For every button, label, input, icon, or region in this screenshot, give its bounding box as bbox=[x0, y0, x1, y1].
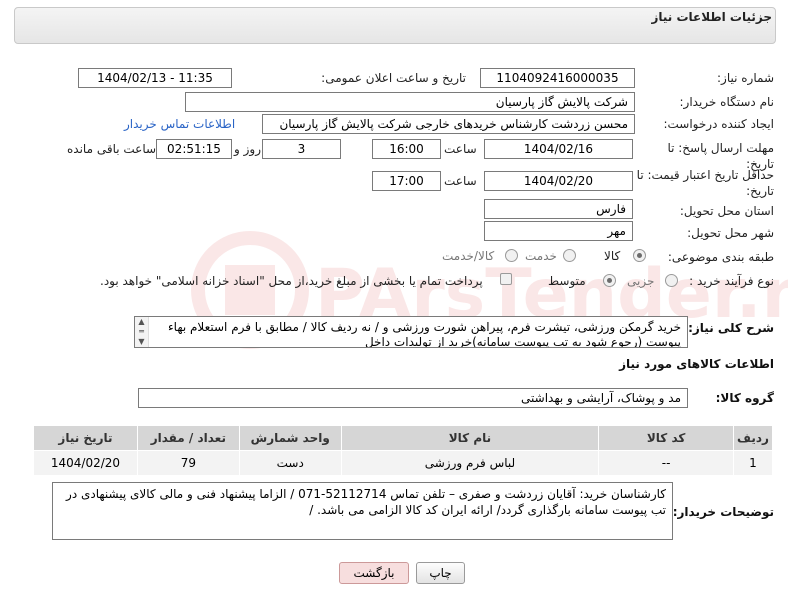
category-radio-goods-service[interactable] bbox=[505, 249, 518, 262]
table-row: 1404/02/20 79 دست لباس فرم ورزشی -- 1 bbox=[33, 450, 774, 476]
province-field: فارس bbox=[484, 199, 633, 219]
buyer-org-label: نام دستگاه خریدار: bbox=[679, 95, 775, 109]
city-label: شهر محل تحویل: bbox=[687, 226, 774, 240]
page-title: جزئیات اطلاعات نیاز bbox=[651, 10, 772, 24]
goods-group-field: مد و پوشاک، آرایشی و بهداشتی bbox=[138, 388, 688, 408]
cell-item-code: -- bbox=[598, 450, 734, 476]
city-field: مهر bbox=[484, 221, 633, 241]
cell-unit: دست bbox=[238, 450, 342, 476]
print-button[interactable]: چاپ bbox=[416, 562, 465, 584]
category-radio-goods[interactable] bbox=[633, 249, 646, 262]
validity-label: حداقل تاریخ اعتبار قیمت: تا تاریخ: bbox=[636, 168, 774, 198]
col-item-name: نام کالا bbox=[340, 425, 600, 451]
validity-time-field: 17:00 bbox=[372, 171, 441, 191]
buyer-notes-field: کارشناسان خرید: آقایان زردشت و صفری – تل… bbox=[52, 482, 673, 540]
category-option-goods-service: کالا/خدمت bbox=[442, 249, 495, 263]
days-field: 3 bbox=[262, 139, 341, 159]
cell-quantity: 79 bbox=[136, 450, 240, 476]
col-item-code: کد کالا bbox=[598, 425, 734, 451]
general-desc-scrollbar[interactable]: ▲ ═ ▼ bbox=[135, 317, 149, 347]
process-radio-medium[interactable] bbox=[603, 274, 616, 287]
goods-group-label: گروه کالا: bbox=[715, 391, 774, 405]
col-quantity: تعداد / مقدار bbox=[136, 425, 240, 451]
requester-label: ایجاد کننده درخواست: bbox=[663, 117, 774, 131]
category-option-goods: کالا bbox=[604, 249, 621, 263]
col-need-date: تاریخ نیاز bbox=[33, 425, 138, 451]
goods-info-heading: اطلاعات کالاهای مورد نیاز bbox=[619, 357, 774, 371]
cell-item-name: لباس فرم ورزشی bbox=[340, 450, 600, 476]
general-desc-field: خرید گرمکن ورزشی، تیشرت فرم، پیراهن شورت… bbox=[134, 316, 688, 348]
deadline-date-field: 1404/02/16 bbox=[484, 139, 633, 159]
process-option-medium: متوسط bbox=[548, 274, 586, 288]
process-radio-minor[interactable] bbox=[665, 274, 678, 287]
table-header-row: تاریخ نیاز تعداد / مقدار واحد شمارش نام … bbox=[33, 425, 774, 451]
remaining-label: ساعت باقی مانده bbox=[67, 142, 157, 156]
cell-need-date: 1404/02/20 bbox=[33, 450, 138, 476]
deadline-time-label: ساعت bbox=[444, 142, 477, 156]
requester-field: محسن زردشت کارشناس خریدهای خارجی شرکت پا… bbox=[262, 114, 635, 134]
need-number-field: 1104092416000035 bbox=[480, 68, 635, 88]
deadline-time-field: 16:00 bbox=[372, 139, 441, 159]
process-label: نوع فرآیند خرید : bbox=[689, 274, 774, 288]
category-radio-service[interactable] bbox=[563, 249, 576, 262]
validity-date-field: 1404/02/20 bbox=[484, 171, 633, 191]
province-label: استان محل تحویل: bbox=[679, 204, 774, 218]
treasury-note: پرداخت تمام یا بخشی از مبلغ خرید،از محل … bbox=[100, 274, 483, 288]
back-button[interactable]: بازگشت bbox=[339, 562, 409, 584]
buyer-org-field: شرکت پالایش گاز پارسیان bbox=[185, 92, 635, 112]
general-desc-label: شرح کلی نیاز: bbox=[688, 321, 774, 335]
days-and-label: روز و bbox=[234, 142, 261, 156]
cell-row: 1 bbox=[732, 450, 774, 476]
treasury-checkbox[interactable] bbox=[500, 273, 512, 285]
col-unit: واحد شمارش bbox=[238, 425, 342, 451]
need-number-label: شماره نیاز: bbox=[717, 71, 774, 85]
announce-datetime-label: تاریخ و ساعت اعلان عمومی: bbox=[321, 71, 466, 85]
process-option-minor: جزیی bbox=[627, 274, 655, 288]
validity-time-label: ساعت bbox=[444, 174, 477, 188]
category-label: طبقه بندی موضوعی: bbox=[667, 250, 774, 264]
buyer-notes-label: توضیحات خریدار: bbox=[672, 505, 774, 519]
category-option-service: خدمت bbox=[525, 249, 557, 263]
remaining-time-field: 02:51:15 bbox=[156, 139, 232, 159]
goods-table: تاریخ نیاز تعداد / مقدار واحد شمارش نام … bbox=[33, 425, 774, 476]
buyer-contact-link[interactable]: اطلاعات تماس خریدار bbox=[124, 117, 235, 131]
col-row: ردیف bbox=[732, 425, 774, 451]
announce-datetime-field: 1404/02/13 - 11:35 bbox=[78, 68, 232, 88]
